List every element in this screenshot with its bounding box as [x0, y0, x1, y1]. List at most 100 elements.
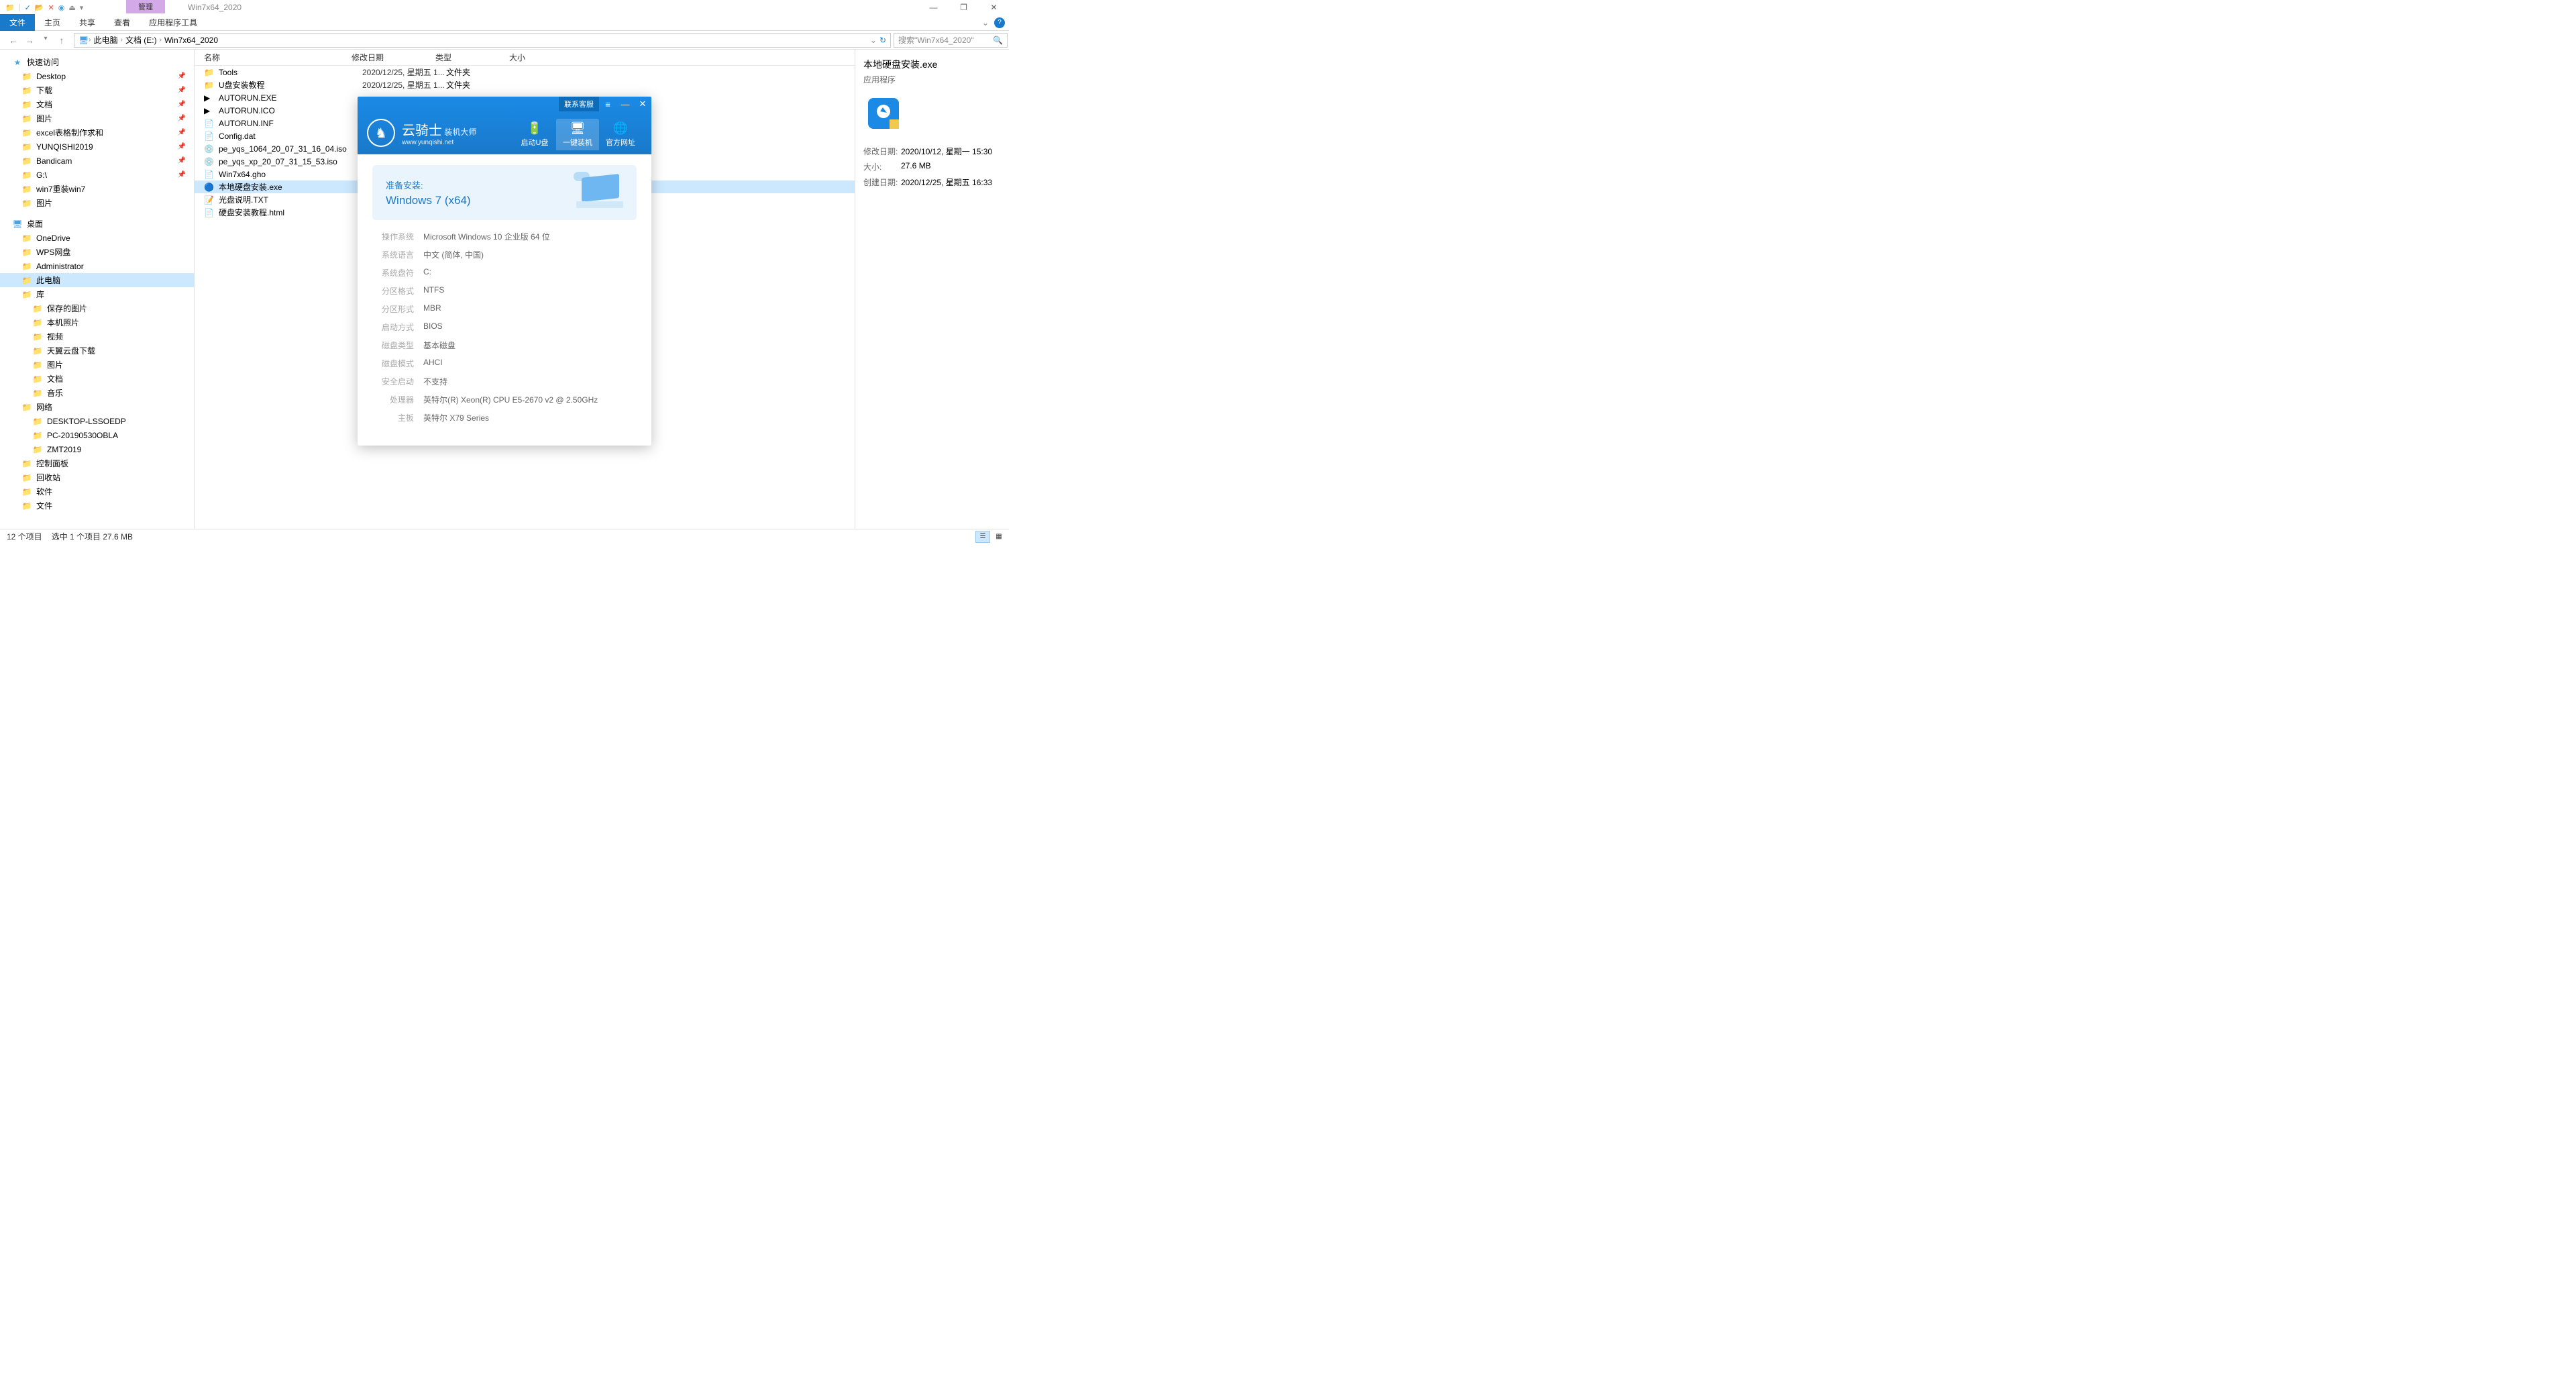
check-icon[interactable]: ✓ — [25, 3, 31, 12]
breadcrumb[interactable]: 🖥 › 此电脑 › 文档 (E:) › Win7x64_2020 ⌄ ↻ — [74, 33, 891, 48]
folder-open-icon[interactable]: 📂 — [35, 3, 44, 12]
sidebar-item[interactable]: 📁ZMT2019 — [0, 442, 194, 456]
col-name[interactable]: 名称 — [204, 52, 352, 63]
pc-icon: 🖥 — [78, 36, 89, 45]
sidebar-item[interactable]: 📁YUNQISHI2019📌 — [0, 140, 194, 154]
maximize-button[interactable]: ❐ — [949, 0, 979, 15]
sidebar-item[interactable]: 📁win7重装win7 — [0, 182, 194, 196]
file-icon: ▶ — [204, 93, 215, 103]
desktop-header[interactable]: 🖥桌面 — [0, 217, 194, 231]
status-item-count: 12 个项目 — [7, 531, 42, 542]
file-icon: 📄 — [204, 119, 215, 128]
col-date[interactable]: 修改日期 — [352, 52, 435, 63]
sidebar-item[interactable]: 📁视频 — [0, 329, 194, 344]
file-icon: 📁 — [204, 81, 215, 90]
file-icon: 📝 — [204, 195, 215, 205]
installer-minimize-button[interactable]: — — [616, 99, 634, 109]
minimize-button[interactable]: — — [918, 0, 949, 15]
crumb-pc[interactable]: 此电脑 — [91, 34, 121, 46]
installer-close-button[interactable]: ✕ — [634, 99, 651, 109]
sidebar-item[interactable]: 📁下载📌 — [0, 83, 194, 97]
help-icon[interactable]: ? — [994, 17, 1005, 28]
search-input[interactable]: 搜索"Win7x64_2020" 🔍 — [894, 33, 1008, 48]
tab-icon: 🖥 — [556, 121, 599, 136]
sidebar-item[interactable]: 📁G:\📌 — [0, 168, 194, 182]
knight-icon: ♞ — [367, 119, 395, 147]
menu-icon[interactable]: ≡ — [599, 99, 616, 109]
installer-tab[interactable]: 🖥一键装机 — [556, 119, 599, 150]
titlebar: 📁 | ✓ 📂 ✕ ◉ ⏏ ▾ 管理 Win7x64_2020 — ❐ ✕ — [0, 0, 1009, 15]
details-prop: 创建日期:2020/12/25, 星期五 16:33 — [863, 176, 1001, 188]
ribbon-tab-apptools[interactable]: 应用程序工具 — [140, 14, 207, 31]
quick-access-header[interactable]: ★快速访问 — [0, 55, 194, 69]
sidebar-item[interactable]: 📁OneDrive — [0, 231, 194, 245]
file-row[interactable]: 📁Tools2020/12/25, 星期五 1...文件夹 — [195, 66, 855, 79]
sidebar-item[interactable]: 📁PC-20190530OBLA — [0, 428, 194, 442]
sidebar-item[interactable]: 📁图片 — [0, 358, 194, 372]
pin-icon: 📌 — [178, 129, 186, 136]
sysinfo-row: 磁盘类型基本磁盘 — [375, 340, 634, 351]
sidebar-item[interactable]: 📁库 — [0, 287, 194, 301]
nav-back-button[interactable]: ← — [7, 35, 20, 46]
installer-logo: ♞ 云骑士 装机大师 www.yunqishi.net — [358, 97, 486, 154]
ribbon-tab-file[interactable]: 文件 — [0, 14, 35, 31]
sidebar-item[interactable]: 📁WPS网盘 — [0, 245, 194, 259]
nav-up-button[interactable]: ↑ — [55, 35, 68, 46]
sidebar-item[interactable]: 📁保存的图片 — [0, 301, 194, 315]
pin-icon: 📌 — [178, 115, 186, 122]
sidebar-item[interactable]: 📁回收站 — [0, 470, 194, 484]
ribbon-tab-home[interactable]: 主页 — [35, 14, 70, 31]
close-x-icon[interactable]: ✕ — [48, 3, 54, 12]
item-icon: 📁 — [32, 388, 43, 399]
sidebar-item[interactable]: 📁Desktop📌 — [0, 69, 194, 83]
address-refresh-icon[interactable]: ↻ — [879, 36, 886, 45]
sidebar-item[interactable]: 📁天翼云盘下载 — [0, 344, 194, 358]
sidebar-item[interactable]: 📁文档 — [0, 372, 194, 386]
file-row[interactable]: 📁U盘安装教程2020/12/25, 星期五 1...文件夹 — [195, 79, 855, 91]
sidebar-item[interactable]: 📁此电脑 — [0, 273, 194, 287]
contact-button[interactable]: 联系客服 — [559, 97, 599, 111]
file-icon: 📁 — [204, 68, 215, 77]
search-icon[interactable]: 🔍 — [993, 36, 1003, 45]
address-dropdown-icon[interactable]: ⌄ — [870, 36, 877, 45]
ribbon-tab-share[interactable]: 共享 — [70, 14, 105, 31]
refresh-icon[interactable]: ◉ — [58, 3, 65, 12]
nav-forward-button[interactable]: → — [23, 35, 36, 46]
star-icon: ★ — [12, 57, 23, 68]
sidebar-item[interactable]: 📁本机照片 — [0, 315, 194, 329]
sidebar-item[interactable]: 📁软件 — [0, 484, 194, 499]
sidebar-item[interactable]: 📁Bandicam📌 — [0, 154, 194, 168]
sidebar-item[interactable]: 📁Administrator — [0, 259, 194, 273]
crumb-folder[interactable]: Win7x64_2020 — [162, 36, 221, 45]
sidebar-item[interactable]: 📁excel表格制作求和📌 — [0, 125, 194, 140]
col-type[interactable]: 类型 — [435, 52, 509, 63]
sidebar-item[interactable]: 📁网络 — [0, 400, 194, 414]
pin-icon: 📌 — [178, 101, 186, 108]
folder-icon: 📁 — [21, 99, 32, 110]
sidebar-item[interactable]: 📁图片📌 — [0, 111, 194, 125]
sysinfo-row: 分区格式NTFS — [375, 285, 634, 297]
file-icon: 📄 — [204, 208, 215, 217]
ribbon-tab-view[interactable]: 查看 — [105, 14, 140, 31]
sidebar-item[interactable]: 📁图片 — [0, 196, 194, 210]
chevron-down-icon[interactable]: ▾ — [80, 3, 84, 12]
close-button[interactable]: ✕ — [979, 0, 1009, 15]
installer-tab[interactable]: 🔋启动U盘 — [513, 119, 556, 150]
crumb-drive[interactable]: 文档 (E:) — [123, 34, 160, 46]
sidebar-item[interactable]: 📁文件 — [0, 499, 194, 513]
ribbon-expand-icon[interactable]: ⌄ — [982, 18, 989, 28]
brand-name: 云骑士 — [402, 123, 442, 138]
nav-recent-button[interactable]: ▾ — [39, 35, 52, 46]
col-size[interactable]: 大小 — [509, 52, 563, 63]
eject-icon[interactable]: ⏏ — [68, 3, 75, 12]
sidebar-item[interactable]: 📁控制面板 — [0, 456, 194, 470]
view-icons-button[interactable]: ▦ — [991, 531, 1006, 543]
sidebar-item[interactable]: 📁文档📌 — [0, 97, 194, 111]
installer-tab[interactable]: 🌐官方网址 — [599, 119, 642, 150]
view-details-button[interactable]: ☰ — [975, 531, 990, 543]
banner-prepare: 准备安装: — [386, 178, 471, 191]
sidebar-item[interactable]: 📁DESKTOP-LSSOEDP — [0, 414, 194, 428]
item-icon: 📁 — [21, 486, 32, 497]
ribbon-context-tab[interactable]: 管理 — [126, 0, 165, 13]
sidebar-item[interactable]: 📁音乐 — [0, 386, 194, 400]
